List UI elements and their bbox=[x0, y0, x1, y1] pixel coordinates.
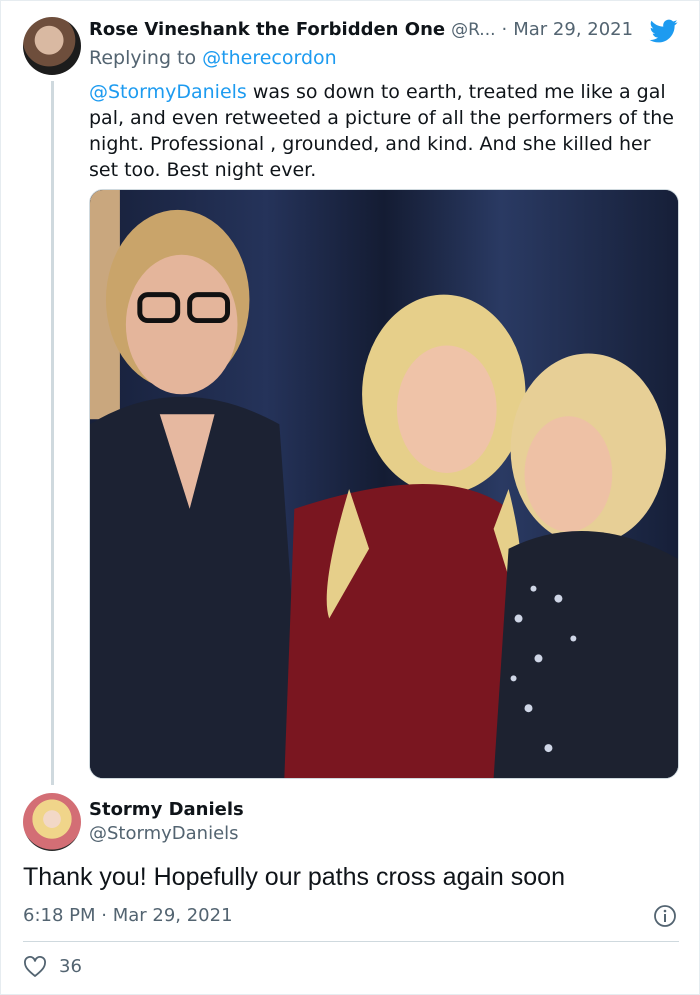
separator: · bbox=[501, 19, 508, 40]
display-name[interactable]: Stormy Daniels bbox=[89, 799, 244, 820]
mention-link[interactable]: @StormyDaniels bbox=[89, 81, 247, 103]
replying-prefix: Replying to bbox=[89, 47, 203, 69]
twitter-bird-icon[interactable] bbox=[649, 17, 679, 45]
heart-icon[interactable] bbox=[23, 956, 47, 978]
replying-to-link[interactable]: @therecordon bbox=[202, 47, 337, 69]
thread-line bbox=[51, 81, 54, 785]
handle[interactable]: @R... bbox=[451, 20, 495, 40]
reply-text: @StormyDaniels was so down to earth, tre… bbox=[89, 79, 685, 183]
divider bbox=[23, 941, 679, 942]
reply-author-row: Rose Vineshank the Forbidden One @R... ·… bbox=[89, 19, 633, 40]
timestamp[interactable]: 6:18 PM · Mar 29, 2021 bbox=[23, 905, 233, 926]
tweet-text: Thank you! Hopefully our paths cross aga… bbox=[23, 863, 565, 891]
tweet-card: Rose Vineshank the Forbidden One @R... ·… bbox=[0, 0, 700, 995]
avatar[interactable] bbox=[23, 17, 81, 75]
tweet-photo[interactable] bbox=[89, 189, 679, 779]
info-icon[interactable] bbox=[653, 904, 677, 928]
like-count: 36 bbox=[59, 956, 82, 977]
avatar[interactable] bbox=[23, 793, 81, 851]
tweet-date[interactable]: Mar 29, 2021 bbox=[513, 19, 633, 40]
display-name[interactable]: Rose Vineshank the Forbidden One bbox=[89, 19, 445, 40]
handle[interactable]: @StormyDaniels bbox=[89, 823, 239, 844]
replying-to: Replying to @therecordon bbox=[89, 47, 337, 69]
